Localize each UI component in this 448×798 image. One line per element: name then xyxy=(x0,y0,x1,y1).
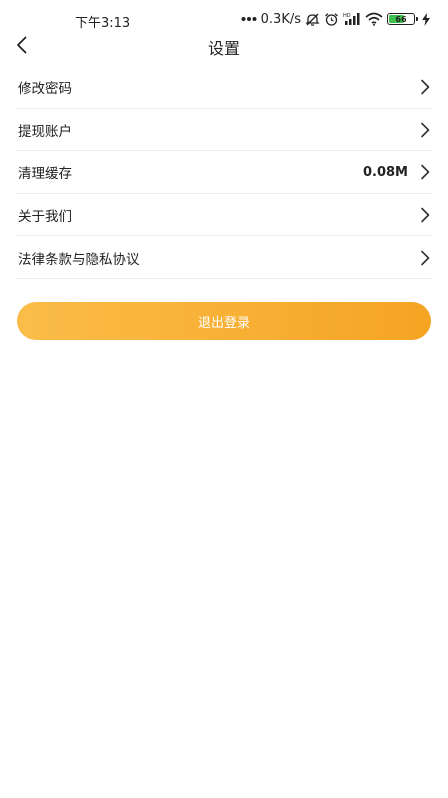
dots-icon xyxy=(241,17,257,21)
chevron-right-icon xyxy=(421,165,430,180)
battery-level: 66 xyxy=(395,14,407,24)
settings-item-label: 关于我们 xyxy=(18,209,72,226)
settings-item-label: 修改密码 xyxy=(18,81,72,98)
battery-icon: 66 xyxy=(387,13,418,25)
settings-item-label: 法律条款与隐私协议 xyxy=(18,251,140,268)
cache-size: 0.08M xyxy=(362,164,408,180)
settings-item-clear-cache[interactable]: 清理缓存 0.08M xyxy=(0,151,448,194)
logout-button[interactable]: 退出登录 xyxy=(17,302,431,340)
settings-item-withdraw-account[interactable]: 提现账户 xyxy=(0,109,448,152)
status-bar: 下午3:13 0.3K/s HD 66 xyxy=(0,0,448,34)
nav-bar: 设置 xyxy=(0,30,448,60)
chevron-right-icon xyxy=(421,207,430,223)
settings-item-label: 清理缓存 xyxy=(18,166,72,183)
charging-icon xyxy=(422,12,430,26)
status-time: 下午3:13 xyxy=(75,16,131,31)
settings-item-legal-privacy[interactable]: 法律条款与隐私协议 xyxy=(0,236,448,279)
chevron-right-icon xyxy=(421,250,430,265)
chevron-right-icon xyxy=(421,122,430,138)
status-icons: 0.3K/s HD 66 xyxy=(241,11,430,27)
settings-item-label: 提现账户 xyxy=(18,123,72,140)
settings-item-change-password[interactable]: 修改密码 xyxy=(0,66,448,109)
svg-text:HD: HD xyxy=(343,13,351,19)
alarm-icon xyxy=(325,12,338,26)
settings-item-about-us[interactable]: 关于我们 xyxy=(0,194,448,237)
mute-icon xyxy=(305,13,320,26)
signal-icon: HD xyxy=(343,13,360,25)
wifi-icon xyxy=(365,12,383,26)
chevron-right-icon xyxy=(421,79,430,95)
settings-list: 修改密码 提现账户 清理缓存 0.08M 关于我们 法律条款与隐私协议 xyxy=(0,66,448,279)
network-speed: 0.3K/s xyxy=(260,11,301,27)
page-title: 设置 xyxy=(207,39,240,58)
